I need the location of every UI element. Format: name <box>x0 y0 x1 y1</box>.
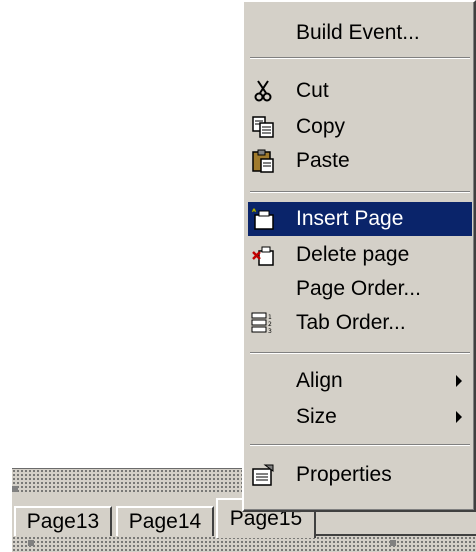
menu-item-label: Tab Order... <box>296 311 406 334</box>
properties-icon <box>250 462 276 488</box>
menu-item-label: Delete page <box>296 243 410 266</box>
menu-item-label: Build Event... <box>296 21 420 44</box>
menu-item-delete-page[interactable]: Delete page <box>248 238 472 272</box>
selection-handle[interactable] <box>28 540 34 546</box>
context-menu: Build Event... Cut Copy Paste Insert Pag… <box>242 0 476 512</box>
menu-item-label: Properties <box>296 463 392 486</box>
tab-label: Page13 <box>26 510 100 533</box>
menu-item-properties[interactable]: Properties <box>248 458 472 492</box>
menu-item-insert-page[interactable]: Insert Page <box>248 202 472 236</box>
menu-item-label: Size <box>296 405 337 428</box>
menu-item-page-order[interactable]: Page Order... <box>248 272 472 306</box>
menu-item-align[interactable]: Align <box>248 364 472 398</box>
menu-item-paste[interactable]: Paste <box>248 144 472 178</box>
selection-handle[interactable] <box>12 486 18 492</box>
menu-separator <box>250 191 470 193</box>
menu-item-label: Cut <box>296 79 329 102</box>
menu-separator <box>250 57 470 59</box>
menu-item-cut[interactable]: Cut <box>248 74 472 108</box>
tab-page13[interactable]: Page13 <box>14 506 112 536</box>
tab-order-icon: 1 2 3 <box>250 310 276 336</box>
menu-item-label: Page Order... <box>296 277 421 300</box>
submenu-arrow-icon <box>456 411 462 423</box>
menu-separator <box>250 444 470 446</box>
menu-item-build-event[interactable]: Build Event... <box>248 16 472 50</box>
svg-text:2: 2 <box>268 321 272 328</box>
copy-icon <box>250 114 276 140</box>
form-grid-bottom <box>12 536 476 552</box>
submenu-arrow-icon <box>456 375 462 387</box>
selection-handle[interactable] <box>390 540 396 546</box>
menu-item-size[interactable]: Size <box>248 400 472 434</box>
paste-icon <box>250 148 276 174</box>
svg-text:1: 1 <box>268 314 272 321</box>
menu-item-label: Copy <box>296 115 346 138</box>
menu-item-label: Paste <box>296 149 350 172</box>
delete-page-icon <box>250 242 276 268</box>
svg-text:3: 3 <box>268 328 272 335</box>
menu-item-label: Insert Page <box>296 207 404 230</box>
menu-item-label: Align <box>296 369 343 392</box>
form-design-surface: Page13 Page14 Page15 Build Event... Cut … <box>0 0 476 552</box>
menu-separator <box>250 352 470 354</box>
scissors-icon <box>250 78 276 104</box>
menu-item-tab-order[interactable]: 1 2 3 Tab Order... <box>248 306 472 340</box>
insert-page-icon <box>250 206 276 232</box>
tab-page14[interactable]: Page14 <box>116 506 214 536</box>
tab-label: Page14 <box>128 510 202 533</box>
menu-item-copy[interactable]: Copy <box>248 110 472 144</box>
